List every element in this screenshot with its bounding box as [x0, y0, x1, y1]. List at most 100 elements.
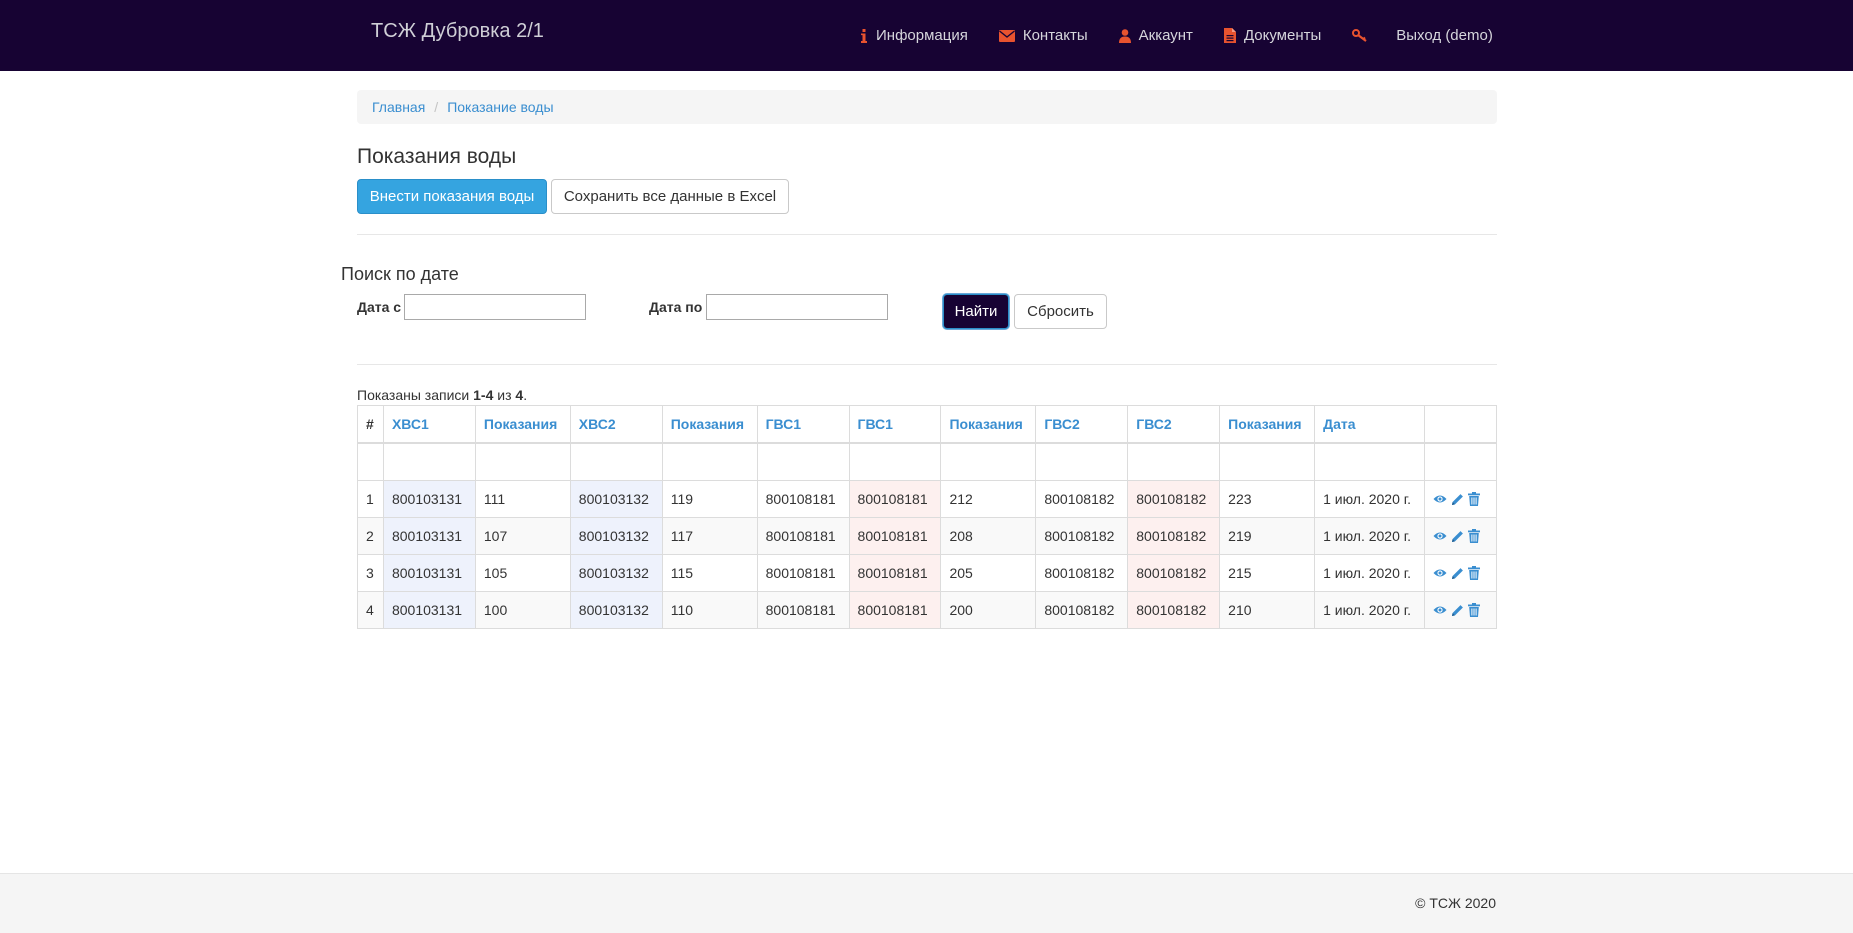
pencil-icon[interactable] [1451, 530, 1464, 543]
table-cell: 100 [474, 591, 571, 629]
trash-icon[interactable] [1468, 492, 1480, 506]
table-cell: 800108182 [1127, 591, 1221, 629]
column-header-gvs1-readings[interactable]: Показания [940, 405, 1037, 444]
eye-icon[interactable] [1433, 494, 1447, 504]
actions-cell [1424, 591, 1497, 629]
summary-of: из [497, 387, 512, 403]
pencil-icon[interactable] [1451, 567, 1464, 580]
table-cell: 800108181 [848, 591, 942, 629]
table-cell: 800103132 [569, 517, 663, 555]
trash-icon[interactable] [1468, 603, 1480, 617]
table-cell: 2 [357, 517, 384, 555]
nav-item-account[interactable]: Аккаунт [1118, 27, 1193, 44]
trash-icon[interactable] [1468, 566, 1480, 580]
table-cell: 800103131 [382, 554, 476, 592]
column-header-gvs2-b[interactable]: ГВС2 [1127, 405, 1221, 444]
column-header-gvs1[interactable]: ГВС1 [756, 405, 850, 444]
table-cell: 107 [474, 517, 571, 555]
date-to-label: Дата по [649, 299, 703, 315]
filter-cell[interactable] [756, 442, 850, 481]
divider [357, 234, 1497, 235]
breadcrumb-current-link[interactable]: Показание воды [447, 99, 553, 115]
filter-cell [1424, 442, 1497, 481]
logout-label: Выход (demo) [1396, 27, 1493, 44]
actions-cell [1424, 480, 1497, 518]
table-cell: 212 [940, 480, 1037, 518]
filter-cell[interactable] [474, 442, 571, 481]
column-header-date[interactable]: Дата [1314, 405, 1425, 444]
info-icon [861, 28, 867, 43]
nav-item-documents[interactable]: Документы [1223, 27, 1322, 44]
copyright: © ТСЖ 2020 [1415, 895, 1496, 911]
filter-cell[interactable] [1314, 442, 1425, 481]
column-header-hvs2-readings[interactable]: Показания [661, 405, 758, 444]
breadcrumb: Главная / Показание воды [357, 90, 1497, 124]
nav-item-info[interactable]: Информация [860, 27, 968, 44]
filter-cell[interactable] [940, 442, 1037, 481]
row-actions [1433, 529, 1488, 543]
eye-icon[interactable] [1433, 568, 1447, 578]
pencil-icon[interactable] [1451, 493, 1464, 506]
column-header-hvs1[interactable]: ХВС1 [382, 405, 476, 444]
table-cell: 4 [357, 591, 384, 629]
table-cell: 219 [1219, 517, 1316, 555]
table-cell: 1 июл. 2020 г. [1314, 591, 1425, 629]
table-cell: 800108182 [1035, 480, 1129, 518]
date-to-input[interactable] [706, 294, 888, 320]
filter-cell[interactable] [848, 442, 942, 481]
table-row: 4 800103131 100 800103132 110 800108181 800108… [357, 591, 1497, 629]
export-excel-button[interactable]: Сохранить все данные в Excel [551, 179, 789, 214]
eye-icon[interactable] [1433, 531, 1447, 541]
filter-cell[interactable] [1219, 442, 1316, 481]
table-cell: 800103132 [569, 554, 663, 592]
table-cell: 205 [940, 554, 1037, 592]
breadcrumb-home-link[interactable]: Главная [372, 99, 425, 115]
table-cell: 110 [661, 591, 758, 629]
table-cell: 800108181 [848, 554, 942, 592]
table-cell: 800108181 [756, 591, 850, 629]
summary-prefix: Показаны записи [357, 387, 470, 403]
nav-item-label: Документы [1243, 27, 1322, 44]
table-cell: 115 [661, 554, 758, 592]
key-icon [1352, 28, 1367, 42]
actions-cell [1424, 554, 1497, 592]
summary-range: 1-4 [473, 387, 494, 403]
reset-button[interactable]: Сбросить [1014, 294, 1107, 329]
filter-cell[interactable] [382, 442, 476, 481]
trash-icon[interactable] [1468, 529, 1480, 543]
column-header-hvs2[interactable]: ХВС2 [569, 405, 663, 444]
eye-icon[interactable] [1433, 605, 1447, 615]
nav-item-key[interactable] [1352, 28, 1376, 43]
table-cell: 800108182 [1127, 554, 1221, 592]
table-cell: 800103131 [382, 591, 476, 629]
filter-cell[interactable] [569, 442, 663, 481]
envelope-icon [998, 29, 1015, 42]
search-title: Поиск по дате [341, 264, 459, 284]
column-header-actions [1424, 405, 1497, 444]
pencil-icon[interactable] [1451, 604, 1464, 617]
row-actions [1433, 566, 1488, 580]
column-header-hvs1-readings[interactable]: Показания [474, 405, 571, 444]
add-readings-button[interactable]: Внести показания воды [357, 179, 547, 214]
brand-link[interactable]: ТСЖ Дубровка 2/1 [371, 20, 544, 43]
filter-cell[interactable] [1127, 442, 1221, 481]
date-from-input[interactable] [404, 294, 586, 320]
table-cell: 800108182 [1035, 517, 1129, 555]
table-cell: 200 [940, 591, 1037, 629]
column-header-gvs2[interactable]: ГВС2 [1035, 405, 1129, 444]
table-cell: 119 [661, 480, 758, 518]
table-cell: 3 [357, 554, 384, 592]
column-header-gvs1-b[interactable]: ГВС1 [848, 405, 942, 444]
column-header-gvs2-readings[interactable]: Показания [1219, 405, 1316, 444]
table-cell: 1 июл. 2020 г. [1314, 517, 1425, 555]
find-button[interactable]: Найти [943, 294, 1009, 329]
nav-item-contacts[interactable]: Контакты [998, 27, 1088, 44]
logout-link[interactable]: Выход (demo) [1396, 27, 1493, 44]
filter-cell[interactable] [661, 442, 758, 481]
table-cell: 800103132 [569, 480, 663, 518]
filter-cell[interactable] [1035, 442, 1129, 481]
table-cell: 800103131 [382, 517, 476, 555]
table-row: 2 800103131 107 800103132 117 800108181 800108… [357, 517, 1497, 555]
row-actions [1433, 492, 1488, 506]
table-cell: 111 [474, 480, 571, 518]
